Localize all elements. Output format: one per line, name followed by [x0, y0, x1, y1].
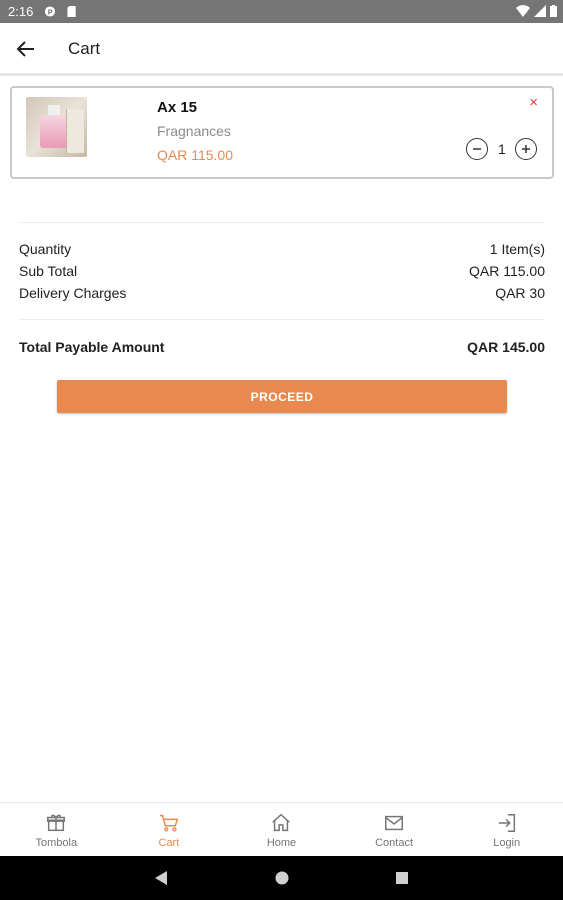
page-title: Cart — [68, 39, 101, 58]
summary-row-delivery: Delivery Charges QAR 30 — [19, 285, 545, 301]
subtotal-label: Sub Total — [19, 263, 78, 279]
system-navigation-bar — [0, 856, 563, 900]
perfume-box — [66, 109, 84, 153]
arrow-back-icon — [16, 41, 34, 57]
status-bar: 2:16 P — [0, 0, 563, 23]
remove-item-button[interactable]: × — [529, 94, 538, 111]
mail-icon — [385, 815, 404, 831]
sd-card-icon — [67, 6, 76, 17]
total-value: QAR 145.00 — [467, 339, 545, 355]
summary-divider-top — [19, 222, 545, 223]
nav-item-tombola[interactable]: Tombola — [0, 803, 113, 856]
product-name: Ax 15 — [157, 99, 198, 116]
bottle — [40, 115, 68, 148]
bottom-nav: Tombola Cart Home Contact Login — [0, 802, 563, 856]
minus-icon — [473, 148, 481, 150]
summary-row-total: Total Payable Amount QAR 145.00 — [19, 339, 545, 355]
login-icon — [498, 814, 515, 832]
nav-label-cart: Cart — [158, 837, 180, 849]
quantity-decrease-button[interactable] — [466, 138, 488, 160]
home-icon — [272, 813, 291, 832]
plus-icon — [522, 145, 530, 153]
delivery-label: Delivery Charges — [19, 285, 127, 301]
product-price: QAR 115.00 — [157, 147, 234, 163]
nav-label-login: Login — [493, 837, 521, 849]
total-label: Total Payable Amount — [19, 339, 165, 355]
nav-label-home: Home — [266, 837, 297, 849]
cart-icon — [159, 814, 179, 832]
cart-item-card: Ax 15 Fragnances QAR 115.00 × 1 — [10, 86, 554, 179]
battery-icon — [550, 5, 557, 17]
nav-item-login[interactable]: Login — [450, 803, 563, 856]
app-notification-icon: P — [44, 6, 56, 17]
nav-label-tombola: Tombola — [35, 837, 78, 849]
quantity-label: Quantity — [19, 241, 72, 257]
status-indicators — [516, 5, 557, 17]
summary-row-quantity: Quantity 1 Item(s) — [19, 241, 545, 257]
product-category: Fragnances — [157, 123, 231, 139]
system-back-icon[interactable] — [154, 870, 168, 886]
summary-row-subtotal: Sub Total QAR 115.00 — [19, 263, 545, 279]
signal-icon — [534, 5, 546, 17]
nav-item-contact[interactable]: Contact — [338, 803, 451, 856]
proceed-button[interactable]: PROCEED — [57, 380, 507, 413]
nav-label-contact: Contact — [375, 837, 414, 849]
svg-text:P: P — [48, 7, 53, 16]
quantity-increase-button[interactable] — [515, 138, 537, 160]
gift-icon — [47, 814, 66, 832]
app-bar: Cart — [0, 23, 563, 76]
quantity-value: 1 — [498, 141, 506, 157]
wifi-icon — [516, 5, 530, 17]
back-button[interactable] — [12, 35, 40, 63]
nav-item-home[interactable]: Home — [225, 803, 338, 856]
subtotal-value: QAR 115.00 — [468, 263, 545, 279]
quantity-summary-value: 1 Item(s) — [489, 241, 545, 257]
system-home-icon[interactable] — [275, 870, 289, 886]
summary-divider-bottom — [19, 319, 545, 320]
product-image[interactable] — [26, 97, 87, 157]
system-recents-icon[interactable] — [395, 870, 409, 886]
nav-item-cart[interactable]: Cart — [113, 803, 226, 856]
delivery-value: QAR 30 — [495, 285, 545, 301]
status-time: 2:16 — [8, 4, 34, 19]
